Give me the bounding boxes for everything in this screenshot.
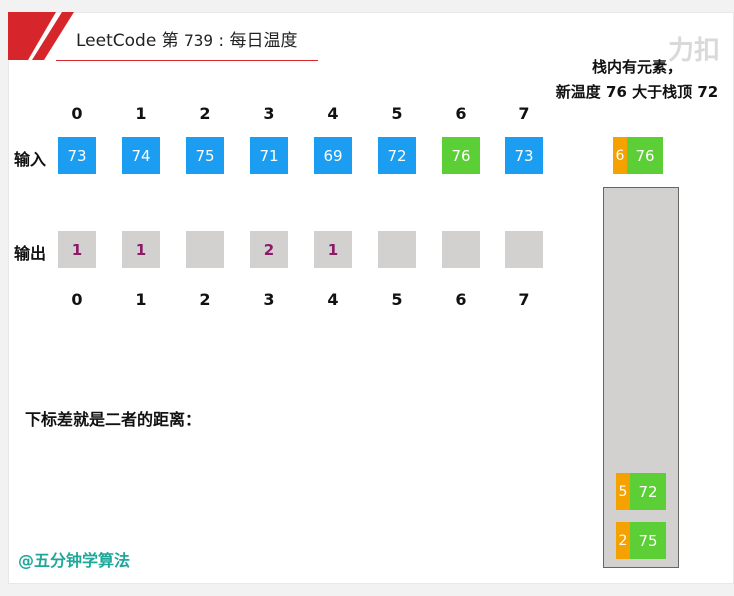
caption-line-1: 栈内有元素， [591,58,682,76]
stack-item-value: 72 [630,473,666,510]
output-index: 7 [518,290,530,309]
output-index: 1 [135,290,147,309]
output-index: 5 [391,290,403,309]
input-cell: 75 [186,137,224,174]
input-index: 5 [391,104,403,123]
output-cell [505,231,543,268]
input-index: 3 [263,104,275,123]
problem-number: 739 [184,31,213,50]
input-index: 0 [71,104,83,123]
output-index: 2 [199,290,211,309]
input-index: 4 [327,104,339,123]
output-index: 6 [455,290,467,309]
monotonic-stack [603,187,679,568]
input-cell: 72 [378,137,416,174]
title-separator: : [213,31,230,51]
problem-name: 每日温度 [229,31,298,51]
output-cell: 1 [122,231,160,268]
input-index: 6 [455,104,467,123]
input-label: 输入 [14,150,47,169]
page-title: LeetCode 第 739 : 每日温度 [76,26,298,51]
input-cell: 74 [122,137,160,174]
stack-item: 5 72 [616,473,666,510]
stack-item-index: 2 [616,522,630,559]
title-middle: 第 [156,31,185,51]
incoming-element: 6 76 [613,137,663,174]
output-index: 4 [327,290,339,309]
output-cell: 1 [314,231,352,268]
explanation-note: 下标差就是二者的距离： [25,410,202,429]
output-cell: 1 [58,231,96,268]
input-cell: 69 [314,137,352,174]
output-cell: 2 [250,231,288,268]
input-cell: 76 [442,137,480,174]
step-caption: 栈内有元素， 新温度 76 大于栈顶 72 [540,55,734,105]
stack-item-value: 75 [630,522,666,559]
stack-item-index: 5 [616,473,630,510]
input-index: 1 [135,104,147,123]
incoming-index: 6 [613,137,627,174]
title-prefix: LeetCode [76,31,157,51]
output-cell [186,231,224,268]
input-index: 7 [518,104,530,123]
input-index: 2 [199,104,211,123]
output-index: 3 [263,290,275,309]
caption-line-2: 新温度 76 大于栈顶 72 [555,83,719,101]
output-cell [378,231,416,268]
title-underline [56,60,318,61]
incoming-value: 76 [627,137,663,174]
stack-item: 2 75 [616,522,666,559]
input-cell: 73 [505,137,543,174]
input-cell: 73 [58,137,96,174]
output-cell [442,231,480,268]
input-cell: 71 [250,137,288,174]
author-signature: @五分钟学算法 [18,551,131,570]
output-label: 输出 [14,244,47,263]
output-index: 0 [71,290,83,309]
